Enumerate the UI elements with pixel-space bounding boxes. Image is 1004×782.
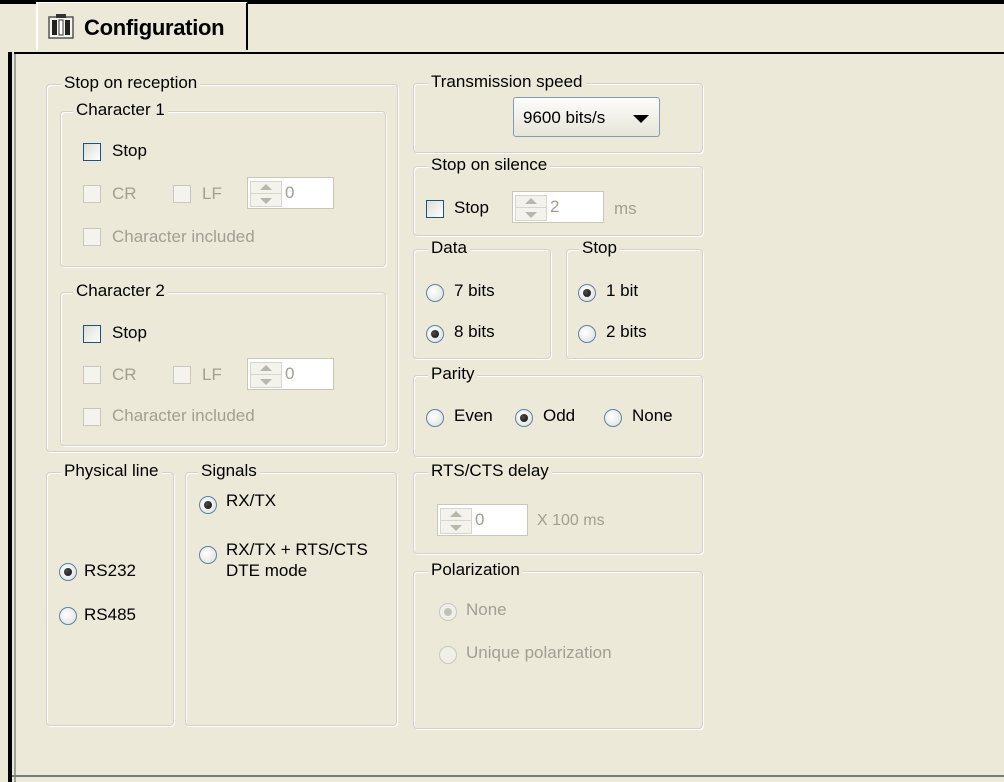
tab-label: Configuration — [84, 15, 225, 40]
char1-included-checkbox[interactable] — [83, 228, 101, 246]
parity-even-radio[interactable] — [426, 409, 444, 427]
signals-group: Signals — [185, 461, 397, 726]
polarization-none-radio[interactable] — [439, 603, 457, 621]
char2-cr-checkbox[interactable] — [83, 366, 101, 384]
chevron-down-icon[interactable] — [633, 115, 649, 123]
spinner-arrows-icon[interactable] — [440, 508, 472, 534]
char2-cr-label: CR — [112, 365, 137, 384]
char2-stop-label: Stop — [112, 323, 147, 342]
char2-included-checkbox[interactable] — [83, 408, 101, 426]
polarization-none-label: None — [466, 600, 507, 619]
rxtx-rtscts-radio[interactable] — [199, 546, 217, 564]
config-module-icon — [48, 14, 74, 39]
character1-title: Character 1 — [73, 100, 168, 120]
stop-2bits-radio[interactable] — [578, 325, 596, 343]
spinner-arrows-icon[interactable] — [515, 195, 547, 221]
stop-1bit-label: 1 bit — [606, 281, 639, 300]
char1-value-spinner[interactable]: 0 — [247, 177, 334, 209]
rs232-radio[interactable] — [59, 563, 77, 581]
stop-on-silence-title: Stop on silence — [428, 155, 551, 175]
parity-none-label: None — [632, 406, 673, 425]
rxtx-rtscts-label-line1: RX/TX + RTS/CTS — [226, 540, 368, 559]
silence-stop-checkbox[interactable] — [426, 200, 444, 218]
rs485-radio[interactable] — [59, 607, 77, 625]
rts-cts-delay-value: 0 — [475, 510, 485, 529]
spinner-arrows-icon[interactable] — [250, 362, 282, 388]
transmission-speed-dropdown[interactable]: 9600 bits/s — [513, 97, 660, 137]
parity-odd-label: Odd — [543, 406, 576, 425]
polarization-title: Polarization — [428, 560, 523, 580]
silence-value: 2 — [550, 197, 560, 216]
silence-unit: ms — [614, 199, 637, 218]
data-8bits-label: 8 bits — [454, 322, 495, 341]
polarization-unique-label: Unique polarization — [466, 643, 612, 662]
panel-bottom-border — [12, 775, 1004, 777]
silence-stop-label: Stop — [454, 198, 489, 217]
silence-value-spinner[interactable]: 2 — [512, 191, 604, 223]
char2-lf-label: LF — [202, 365, 222, 384]
rs232-label: RS232 — [84, 561, 136, 580]
physical-line-title: Physical line — [61, 461, 162, 481]
char1-stop-checkbox[interactable] — [83, 143, 101, 161]
transmission-speed-value: 9600 bits/s — [523, 108, 606, 127]
rxtx-radio[interactable] — [199, 496, 217, 514]
char1-lf-label: LF — [202, 184, 222, 203]
character2-title: Character 2 — [73, 281, 168, 301]
parity-none-radio[interactable] — [604, 409, 622, 427]
char1-cr-label: CR — [112, 184, 137, 203]
transmission-speed-title: Transmission speed — [428, 72, 586, 92]
char2-included-label: Character included — [112, 406, 255, 425]
char2-value-spinner[interactable]: 0 — [247, 358, 334, 390]
char1-value: 0 — [285, 183, 295, 202]
configuration-window: Configuration Stop on reception Characte… — [0, 0, 1004, 782]
polarization-unique-radio[interactable] — [439, 646, 457, 664]
data-bits-title: Data — [428, 238, 470, 258]
rts-cts-delay-spinner[interactable]: 0 — [437, 504, 528, 536]
rxtx-rtscts-label-line2: DTE mode — [226, 561, 308, 580]
stop-1bit-radio[interactable] — [578, 284, 596, 302]
rxtx-label: RX/TX — [226, 491, 277, 510]
parity-title: Parity — [428, 364, 478, 384]
signals-title: Signals — [198, 461, 260, 481]
physical-line-group: Physical line — [46, 461, 174, 726]
panel-left-border — [8, 52, 12, 782]
char2-stop-checkbox[interactable] — [83, 325, 101, 343]
rts-cts-delay-unit: X 100 ms — [537, 512, 605, 529]
data-8bits-radio[interactable] — [426, 325, 444, 343]
stop-bits-title: Stop — [579, 238, 620, 258]
parity-even-label: Even — [454, 406, 493, 425]
stop-on-reception-title: Stop on reception — [61, 73, 201, 93]
parity-odd-radio[interactable] — [515, 409, 533, 427]
data-7bits-radio[interactable] — [426, 284, 444, 302]
char2-lf-checkbox[interactable] — [173, 366, 191, 384]
char1-lf-checkbox[interactable] — [173, 185, 191, 203]
char2-value: 0 — [285, 364, 295, 383]
stop-2bits-label: 2 bits — [606, 322, 647, 341]
spinner-arrows-icon[interactable] — [250, 181, 282, 207]
rs485-label: RS485 — [84, 605, 136, 624]
char1-cr-checkbox[interactable] — [83, 185, 101, 203]
data-7bits-label: 7 bits — [454, 281, 495, 300]
rts-cts-delay-title: RTS/CTS delay — [428, 461, 552, 481]
char1-included-label: Character included — [112, 227, 255, 246]
tab-configuration[interactable]: Configuration — [36, 2, 248, 50]
char1-stop-label: Stop — [112, 141, 147, 160]
